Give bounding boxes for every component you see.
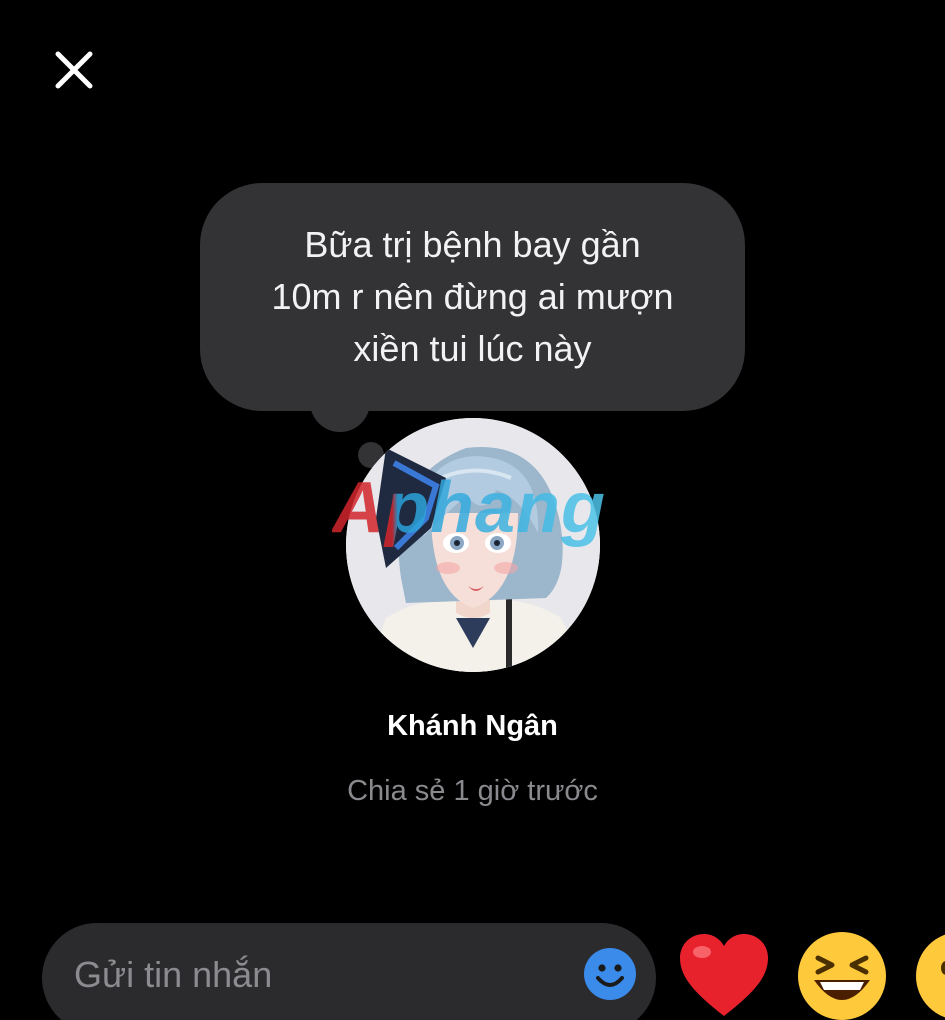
message-composer	[42, 923, 656, 1020]
laugh-reaction-button[interactable]	[794, 928, 890, 1020]
grinning-squinting-emoji-icon	[798, 932, 886, 1020]
avatar[interactable]	[346, 418, 600, 672]
message-input[interactable]	[72, 943, 556, 1007]
note-bubble: Bữa trị bệnh bay gần 10m r nên đừng ai m…	[200, 183, 745, 411]
user-name[interactable]: Khánh Ngân	[0, 706, 945, 746]
heart-emoji-icon	[680, 934, 768, 1016]
heart-reaction-button[interactable]	[676, 928, 772, 1020]
close-icon	[55, 51, 93, 89]
bubble-tail-large	[310, 396, 370, 432]
emoji-button[interactable]	[582, 946, 638, 1002]
surprised-reaction-button[interactable]	[912, 928, 945, 1020]
shared-timestamp: Chia sẻ 1 giờ trước	[347, 775, 598, 807]
surprised-emoji-icon	[916, 934, 945, 1018]
anime-avatar-image	[346, 418, 600, 672]
close-button[interactable]	[44, 40, 104, 100]
note-text: Bữa trị bệnh bay gần 10m r nên đừng ai m…	[271, 224, 674, 369]
story-note-viewer: Bữa trị bệnh bay gần 10m r nên đừng ai m…	[0, 0, 945, 1020]
smiley-icon	[584, 948, 636, 1000]
